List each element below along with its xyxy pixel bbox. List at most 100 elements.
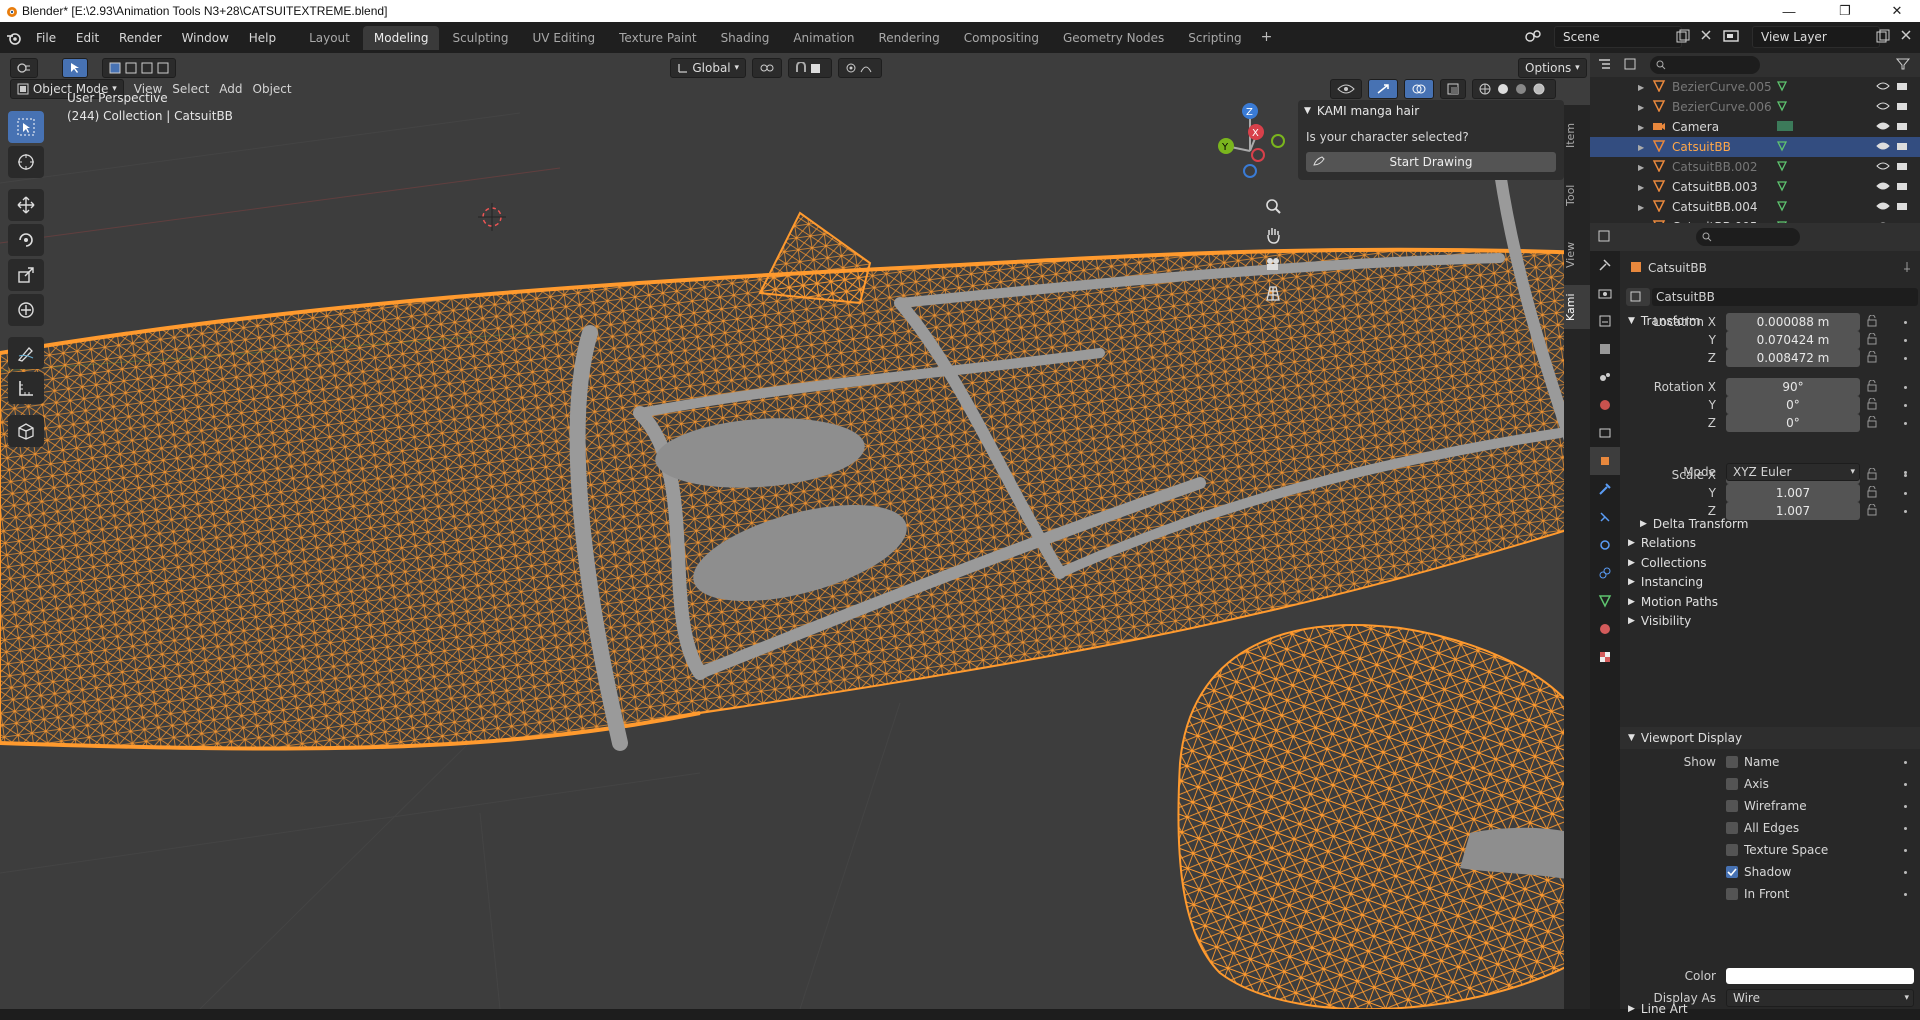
scene-props-icon[interactable] bbox=[1590, 363, 1620, 391]
lock-icon[interactable] bbox=[1866, 350, 1878, 366]
object-datablock-icon[interactable] bbox=[1626, 288, 1650, 306]
lock-icon[interactable] bbox=[1866, 485, 1878, 501]
keyframe-dot-icon[interactable] bbox=[1904, 871, 1907, 874]
show-axis-checkbox[interactable] bbox=[1726, 778, 1738, 790]
disclosure-icon[interactable]: ▶ bbox=[1638, 203, 1644, 212]
tab-view[interactable]: View bbox=[1564, 225, 1590, 285]
render-camera-icon[interactable] bbox=[1896, 180, 1908, 194]
object-props-icon[interactable] bbox=[1590, 447, 1620, 475]
keyframe-dot-icon[interactable] bbox=[1904, 339, 1907, 342]
lock-icon[interactable] bbox=[1866, 415, 1878, 431]
display-as-dropdown[interactable]: Wire ▾ bbox=[1726, 989, 1914, 1007]
render-camera-icon[interactable] bbox=[1896, 200, 1908, 214]
select-mode-buttons[interactable] bbox=[102, 58, 176, 78]
render-camera-icon[interactable] bbox=[1896, 160, 1908, 174]
cursor-tool[interactable] bbox=[8, 146, 44, 178]
add-cube-tool[interactable] bbox=[8, 415, 44, 447]
overlay-toggle[interactable] bbox=[1404, 79, 1434, 99]
pan-hand-icon[interactable] bbox=[1264, 226, 1282, 247]
particle-props-icon[interactable] bbox=[1590, 503, 1620, 531]
measure-tool[interactable] bbox=[8, 372, 44, 404]
tool-props-icon[interactable] bbox=[1590, 251, 1620, 279]
new-view-layer-icon[interactable] bbox=[1876, 29, 1890, 46]
location-x-field[interactable]: 0.000088 m bbox=[1726, 313, 1860, 331]
render-camera-icon[interactable] bbox=[1896, 120, 1908, 134]
outliner-row[interactable]: ▶ Camera bbox=[1590, 117, 1920, 137]
tab-uv-editing[interactable]: UV Editing bbox=[522, 26, 607, 50]
visibility-eye-icon[interactable] bbox=[1876, 80, 1890, 94]
zoom-icon[interactable] bbox=[1264, 197, 1282, 218]
tab-sculpting[interactable]: Sculpting bbox=[441, 26, 519, 50]
keyframe-dot-icon[interactable] bbox=[1904, 404, 1907, 407]
navigation-gizmo[interactable]: Z Y X bbox=[1200, 91, 1300, 191]
rotation-y-field[interactable]: 0° bbox=[1726, 396, 1860, 414]
outliner-row[interactable]: ▶ CatsuitBB bbox=[1590, 137, 1920, 157]
physics-props-icon[interactable] bbox=[1590, 531, 1620, 559]
tab-texture-paint[interactable]: Texture Paint bbox=[608, 26, 707, 50]
outliner-row[interactable]: ▶ CatsuitBB.004 bbox=[1590, 197, 1920, 217]
pivot-dropdown[interactable] bbox=[752, 58, 782, 78]
disclosure-icon[interactable]: ▶ bbox=[1638, 103, 1644, 112]
outliner-row[interactable]: ▶ CatsuitBB.002 bbox=[1590, 157, 1920, 177]
tab-tool[interactable]: Tool bbox=[1564, 165, 1590, 225]
render-camera-icon[interactable] bbox=[1896, 80, 1908, 94]
outliner-row[interactable]: ▶ BezierCurve.005 bbox=[1590, 77, 1920, 97]
keyframe-dot-icon[interactable] bbox=[1904, 761, 1907, 764]
gizmo-toggle[interactable] bbox=[1368, 79, 1398, 99]
show-wireframe-checkbox[interactable] bbox=[1726, 800, 1738, 812]
tab-rendering[interactable]: Rendering bbox=[868, 26, 951, 50]
transform-orientation-dropdown[interactable]: Global ▾ bbox=[670, 58, 746, 78]
material-props-icon[interactable] bbox=[1590, 615, 1620, 643]
location-y-field[interactable]: 0.070424 m bbox=[1726, 331, 1860, 349]
editor-type-button[interactable] bbox=[10, 58, 38, 78]
options-button[interactable]: Options ▾ bbox=[1518, 58, 1587, 78]
outliner-row[interactable]: ▶ BezierCurve.006 bbox=[1590, 97, 1920, 117]
scale-y-field[interactable]: 1.007 bbox=[1726, 484, 1860, 502]
constraint-props-icon[interactable] bbox=[1590, 559, 1620, 587]
tab-animation[interactable]: Animation bbox=[782, 26, 865, 50]
modifier-props-icon[interactable] bbox=[1590, 475, 1620, 503]
tab-compositing[interactable]: Compositing bbox=[953, 26, 1050, 50]
visibility-eye-icon[interactable] bbox=[1876, 200, 1890, 214]
disclosure-icon[interactable]: ▶ bbox=[1638, 163, 1644, 172]
rotation-z-field[interactable]: 0° bbox=[1726, 414, 1860, 432]
rotation-mode-dropdown[interactable]: XYZ Euler ▾ bbox=[1726, 463, 1860, 481]
output-props-icon[interactable] bbox=[1590, 307, 1620, 335]
scene-selector[interactable]: Scene bbox=[1554, 26, 1682, 48]
annotate-tool[interactable] bbox=[8, 337, 44, 369]
tab-item[interactable]: Item bbox=[1564, 105, 1590, 165]
disclosure-icon[interactable]: ▶ bbox=[1638, 143, 1644, 152]
keyframe-dot-icon[interactable] bbox=[1904, 805, 1907, 808]
snap-toggle[interactable] bbox=[788, 58, 832, 78]
visibility-dropdown[interactable] bbox=[1330, 79, 1362, 99]
tab-geometry-nodes[interactable]: Geometry Nodes bbox=[1052, 26, 1175, 50]
keyframe-dot-icon[interactable] bbox=[1904, 783, 1907, 786]
texture-props-icon[interactable] bbox=[1590, 643, 1620, 671]
transform-tool[interactable] bbox=[8, 294, 44, 326]
blender-menu-icon[interactable] bbox=[0, 31, 28, 45]
tab-kami[interactable]: Kami bbox=[1564, 285, 1590, 329]
keyframe-dot-icon[interactable] bbox=[1904, 357, 1907, 360]
keyframe-dot-icon[interactable] bbox=[1904, 386, 1907, 389]
view-layer-props-icon[interactable] bbox=[1590, 335, 1620, 363]
outliner-editor-icon[interactable] bbox=[1598, 58, 1616, 73]
tab-shading[interactable]: Shading bbox=[710, 26, 781, 50]
visibility-eye-icon[interactable] bbox=[1876, 160, 1890, 174]
disclosure-icon[interactable]: ▶ bbox=[1638, 83, 1644, 92]
show-name-checkbox[interactable] bbox=[1726, 756, 1738, 768]
lock-icon[interactable] bbox=[1866, 314, 1878, 330]
lock-icon[interactable] bbox=[1866, 397, 1878, 413]
color-swatch[interactable] bbox=[1726, 968, 1914, 984]
proportional-edit-toggle[interactable] bbox=[838, 58, 882, 78]
show-texture-space-checkbox[interactable] bbox=[1726, 844, 1738, 856]
render-camera-icon[interactable] bbox=[1896, 140, 1908, 154]
select-tool-button[interactable] bbox=[62, 58, 88, 78]
rotate-tool[interactable] bbox=[8, 224, 44, 256]
start-drawing-button[interactable]: Start Drawing bbox=[1306, 152, 1556, 172]
properties-search[interactable] bbox=[1696, 228, 1800, 246]
outliner-row[interactable]: ▶ CatsuitBB.003 bbox=[1590, 177, 1920, 197]
keyframe-dot-icon[interactable] bbox=[1904, 492, 1907, 495]
keyframe-dot-icon[interactable] bbox=[1904, 471, 1907, 474]
pin-icon[interactable] bbox=[1902, 261, 1912, 276]
view-layer-selector[interactable]: View Layer bbox=[1752, 26, 1880, 48]
